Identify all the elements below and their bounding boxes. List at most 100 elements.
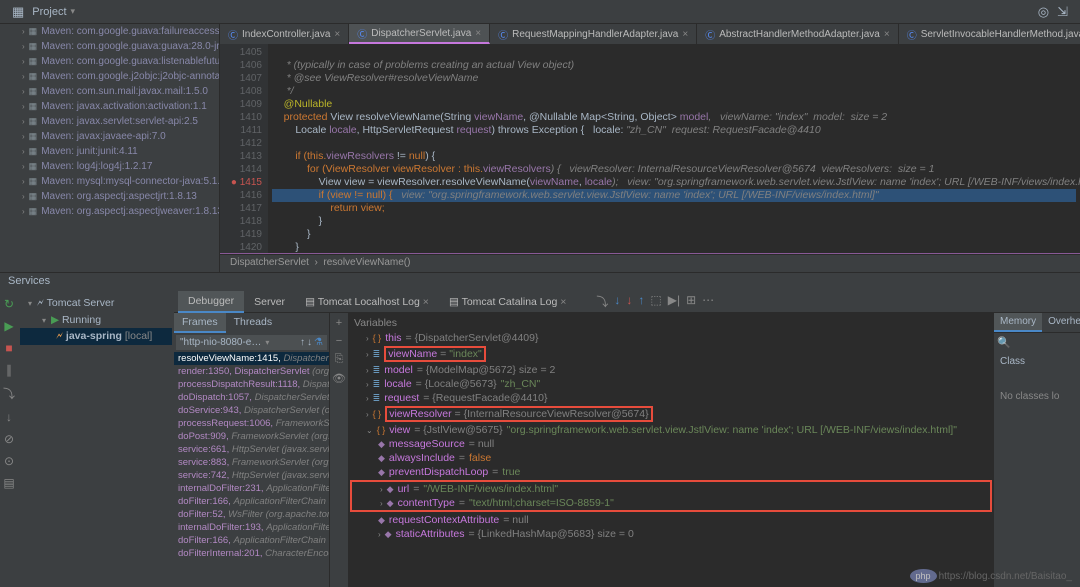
maven-item[interactable]: ›▦Maven: mysql:mysql-connector-java:5.1.…: [0, 174, 219, 189]
tomcat-localhost-tab[interactable]: ▤ Tomcat Localhost Log ×: [295, 292, 439, 312]
rerun-icon[interactable]: ↻: [4, 297, 14, 311]
maven-item[interactable]: ›▦Maven: org.aspectj:aspectjweaver:1.8.1…: [0, 204, 219, 219]
var-messageSource[interactable]: ◆messageSource = null: [350, 437, 992, 451]
resume-icon[interactable]: ▶: [4, 319, 13, 333]
run-to-cursor-icon[interactable]: ▶|: [668, 293, 680, 310]
tomcat-catalina-tab[interactable]: ▤ Tomcat Catalina Log ×: [439, 292, 576, 312]
var-staticAttributes[interactable]: ›◆staticAttributes = {LinkedHashMap@5683…: [350, 527, 992, 541]
var-model[interactable]: ›≣model = {ModelMap@5672} size = 2: [350, 363, 992, 377]
step-into-icon-2[interactable]: ↓: [614, 293, 620, 310]
thread-selector[interactable]: "http-nio-8080-e…▾ ↑ ↓ ⚗: [176, 335, 327, 350]
line-number[interactable]: 1406: [226, 59, 262, 72]
line-number[interactable]: ● 1415: [226, 176, 262, 189]
threads-tab[interactable]: Threads: [226, 313, 281, 333]
stack-frame[interactable]: doPost:909, FrameworkServlet (org.sp: [174, 430, 329, 443]
editor-tab[interactable]: ⒸDispatcherServlet.java×: [349, 24, 490, 44]
frames-tab[interactable]: Frames: [174, 313, 226, 333]
maven-item[interactable]: ›▦Maven: com.google.guava:listenablefutu…: [0, 54, 219, 69]
next-frame-icon[interactable]: ↓: [307, 337, 312, 348]
memory-tab[interactable]: Memory: [994, 313, 1042, 332]
maven-item[interactable]: ›▦Maven: javax:javaee-api:7.0: [0, 129, 219, 144]
stack-frame[interactable]: service:742, HttpServlet (javax.servlet.…: [174, 469, 329, 482]
line-number[interactable]: 1416: [226, 189, 262, 202]
var-requestContextAttribute[interactable]: ◆requestContextAttribute = null: [350, 513, 992, 527]
maven-item[interactable]: ›▦Maven: com.google.guava:failureaccess:…: [0, 24, 219, 39]
view-breakpoints-icon[interactable]: ⊙: [4, 454, 14, 468]
stack-frame[interactable]: internalDoFilter:193, ApplicationFilterC…: [174, 521, 329, 534]
close-icon[interactable]: ×: [682, 29, 688, 40]
server-tab[interactable]: Server: [244, 292, 295, 312]
pause-icon[interactable]: ∥: [6, 363, 12, 377]
drop-frame-icon[interactable]: ⬚: [650, 293, 661, 310]
running-node[interactable]: ▾ ▶ Running: [20, 312, 172, 328]
memory-search[interactable]: 🔍: [994, 333, 1080, 352]
stack-frame[interactable]: doService:943, DispatcherServlet (org.: [174, 404, 329, 417]
target-icon[interactable]: ◎: [1038, 4, 1049, 20]
maven-item[interactable]: ›▦Maven: log4j:log4j:1.2.17: [0, 159, 219, 174]
project-selector[interactable]: ▦ Project ▾: [8, 4, 75, 20]
var-this[interactable]: ›{ }this = {DispatcherServlet@4409}: [350, 331, 992, 345]
java-spring-config[interactable]: 🗲 java-spring [local]: [20, 328, 172, 345]
tomcat-server-node[interactable]: ▾ 🗲 Tomcat Server: [20, 295, 172, 312]
remove-watch-icon[interactable]: −: [336, 335, 342, 347]
more-icon[interactable]: ⋯: [702, 293, 714, 310]
stack-frame[interactable]: internalDoFilter:231, ApplicationFilterC…: [174, 482, 329, 495]
line-number[interactable]: 1412: [226, 137, 262, 150]
stack-frame[interactable]: doFilter:166, ApplicationFilterChain (or: [174, 534, 329, 547]
close-icon[interactable]: ×: [475, 28, 481, 39]
var-preventDispatchLoop[interactable]: ◆preventDispatchLoop = true: [350, 465, 992, 479]
line-number[interactable]: 1420: [226, 241, 262, 253]
line-number[interactable]: 1414: [226, 163, 262, 176]
editor-tab[interactable]: ⒸAbstractHandlerMethodAdapter.java×: [697, 24, 899, 44]
maven-item[interactable]: ›▦Maven: com.sun.mail:javax.mail:1.5.0: [0, 84, 219, 99]
var-locale[interactable]: ›≣locale = {Locale@5673} "zh_CN": [350, 377, 992, 391]
step-into-icon[interactable]: ↓: [6, 410, 12, 424]
var-contentType[interactable]: ›◆contentType = "text/html;charset=ISO-8…: [352, 496, 990, 510]
maven-item[interactable]: ›▦Maven: javax.servlet:servlet-api:2.5: [0, 114, 219, 129]
stop-icon[interactable]: ■: [5, 341, 12, 355]
stack-frame[interactable]: resolveViewName:1415, DispatcherServ: [174, 352, 329, 365]
stack-frame[interactable]: doFilter:52, WsFilter (org.apache.tomc: [174, 508, 329, 521]
line-number[interactable]: 1409: [226, 98, 262, 111]
line-number[interactable]: 1410: [226, 111, 262, 124]
line-number[interactable]: 1417: [226, 202, 262, 215]
step-out-icon[interactable]: ↑: [638, 293, 644, 310]
step-over-icon[interactable]: ⤵: [3, 385, 15, 402]
maven-item[interactable]: ›▦Maven: org.aspectj:aspectjrt:1.8.13: [0, 189, 219, 204]
line-number[interactable]: 1405: [226, 46, 262, 59]
line-number[interactable]: 1408: [226, 85, 262, 98]
evaluate-expr-icon[interactable]: ⊞: [686, 293, 696, 310]
editor-tab[interactable]: ⒸRequestMappingHandlerAdapter.java×: [490, 24, 697, 44]
line-number[interactable]: 1411: [226, 124, 262, 137]
editor-tab[interactable]: ⒸServletInvocableHandlerMethod.java×: [899, 24, 1080, 44]
step-over-icon-2[interactable]: ⤵: [596, 293, 608, 310]
var-request[interactable]: ›≣request = {RequestFacade@4410}: [350, 391, 992, 405]
show-watches-icon[interactable]: 👁: [332, 372, 346, 385]
editor-tab[interactable]: ⒸIndexController.java×: [220, 24, 349, 44]
var-viewResolver[interactable]: ›{ }viewResolver = {InternalResourceView…: [350, 405, 992, 423]
stack-frame[interactable]: processDispatchResult:1118, DispatcherS: [174, 378, 329, 391]
duplicate-icon[interactable]: ⎘: [335, 353, 344, 366]
maven-item[interactable]: ›▦Maven: javax.activation:activation:1.1: [0, 99, 219, 114]
line-number[interactable]: 1419: [226, 228, 262, 241]
force-step-icon[interactable]: ↓: [626, 293, 632, 310]
stack-frame[interactable]: render:1350, DispatcherServlet (org.sp: [174, 365, 329, 378]
maven-item[interactable]: ›▦Maven: com.google.guava:guava:28.0-jre: [0, 39, 219, 54]
breadcrumb[interactable]: DispatcherServlet › resolveViewName(): [220, 254, 1080, 272]
stack-frame[interactable]: service:883, FrameworkServlet (org.sp: [174, 456, 329, 469]
code-editor[interactable]: * (typically in case of problems creatin…: [268, 44, 1080, 253]
stack-frame[interactable]: doDispatch:1057, DispatcherServlet (or: [174, 391, 329, 404]
maven-item[interactable]: ›▦Maven: junit:junit:4.11: [0, 144, 219, 159]
close-icon[interactable]: ×: [884, 29, 890, 40]
var-viewName[interactable]: ›≣viewName = "index": [350, 345, 992, 363]
close-icon[interactable]: ×: [334, 29, 340, 40]
add-watch-icon[interactable]: +: [336, 317, 342, 329]
var-url[interactable]: ›◆url = "/WEB-INF/views/index.html": [352, 482, 990, 496]
stack-frame[interactable]: service:661, HttpServlet (javax.servlet.…: [174, 443, 329, 456]
services-panel-label[interactable]: Services: [0, 272, 1080, 290]
stack-frame[interactable]: doFilterInternal:201, CharacterEncoding: [174, 547, 329, 560]
stack-frame[interactable]: doFilter:166, ApplicationFilterChain (or: [174, 495, 329, 508]
mute-breakpoints-icon[interactable]: ⊘: [4, 432, 14, 446]
line-number[interactable]: 1407: [226, 72, 262, 85]
stack-frame[interactable]: processRequest:1006, FrameworkServl: [174, 417, 329, 430]
